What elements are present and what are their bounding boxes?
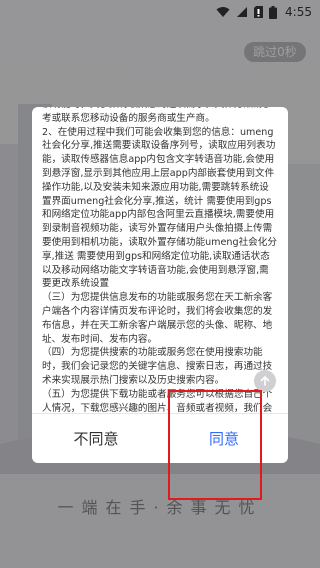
sim-icon: [254, 6, 264, 18]
privacy-paragraph: （四）为您提供搜索的功能或服务您在使用搜索功能时，我们会记录您的关键字信息、搜索…: [42, 347, 273, 386]
privacy-paragraph: 2、在使用过程中我们可能会收集到您的信息：umeng社会化分享,推送需要读取设备…: [42, 126, 277, 290]
arrow-up-icon: [260, 375, 270, 386]
privacy-paragraph: （三）为您提供信息发布的功能或服务您在天工新余客户端各个内容详情页发布评论时，我…: [42, 292, 273, 345]
disagree-button[interactable]: 不同意: [32, 414, 160, 463]
battery-icon: [269, 5, 278, 19]
privacy-paragraph: （五）为您提供下载功能或者服务您可以根据您自己个人情况，下载您感兴趣的图片、音频…: [42, 388, 273, 413]
app-screen: 4:55 跳过0秒 一端在手·余事无忧 该功能时，关参数将收集您的这项需求，具体…: [0, 0, 320, 568]
privacy-dialog: 该功能时，关参数将收集您的这项需求，具体方法请参考或联系您移动设备的服务商或生产…: [32, 107, 288, 463]
privacy-paragraph: 该功能时，关参数将收集您的这项需求，具体方法请参考或联系您移动设备的服务商或生产…: [42, 107, 272, 124]
wifi-icon: [216, 6, 230, 18]
signal-icon: [236, 6, 248, 18]
scroll-to-top-button[interactable]: [254, 370, 276, 392]
privacy-text: 该功能时，关参数将收集您的这项需求，具体方法请参考或联系您移动设备的服务商或生产…: [42, 107, 278, 413]
status-time: 4:55: [285, 5, 312, 19]
status-bar: 4:55: [0, 0, 320, 24]
dialog-buttons: 不同意 同意: [32, 414, 288, 463]
agree-button[interactable]: 同意: [160, 414, 288, 463]
dialog-scroll-content[interactable]: 该功能时，关参数将收集您的这项需求，具体方法请参考或联系您移动设备的服务商或生产…: [32, 107, 288, 413]
